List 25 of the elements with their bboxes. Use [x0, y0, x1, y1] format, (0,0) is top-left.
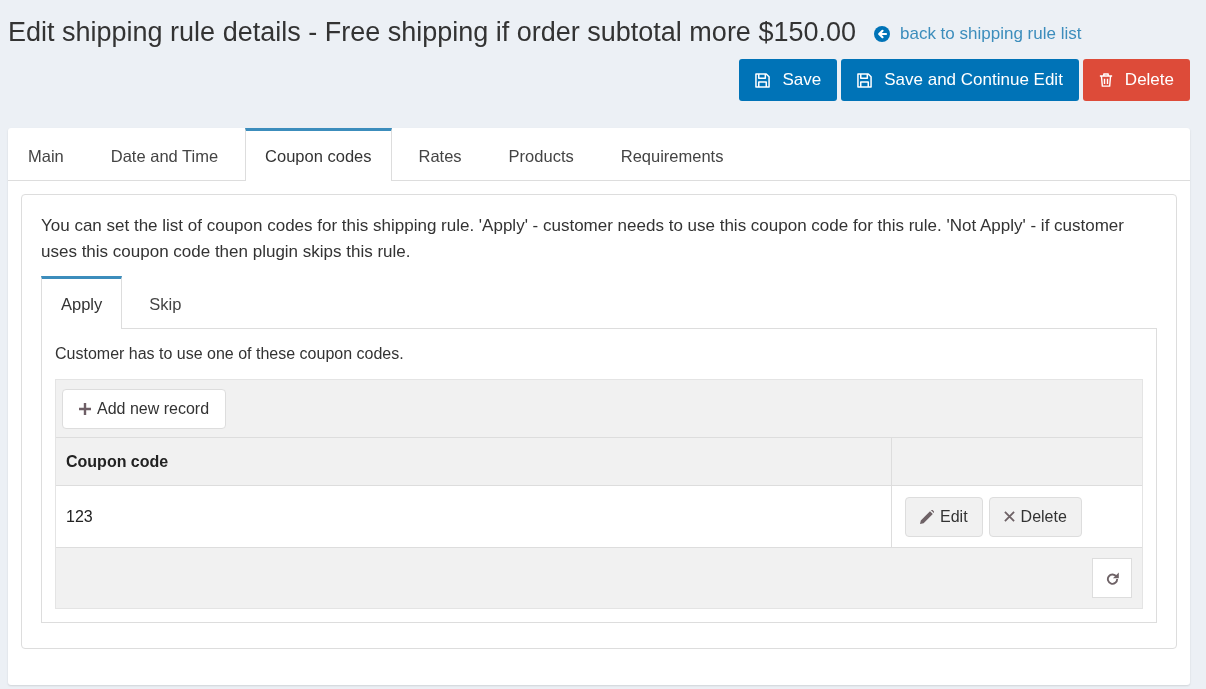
subtab[interactable]: Skip [129, 276, 202, 329]
page-title: Edit shipping rule details - Free shipping if order subtotal more $150.00 [8, 16, 856, 49]
delete-button[interactable]: Delete [988, 496, 1082, 537]
save-button[interactable]: Save [739, 59, 838, 101]
close-icon [1003, 511, 1015, 522]
tab[interactable]: Main [8, 128, 84, 181]
edit-button[interactable]: Edit [905, 496, 983, 537]
add-record-button[interactable]: Add new record [62, 388, 227, 429]
tab[interactable]: Rates [398, 128, 482, 181]
tab[interactable]: Requirements [600, 128, 744, 181]
tab[interactable]: Coupon codes [245, 128, 392, 181]
plus-icon [79, 402, 91, 415]
trash-icon [1098, 72, 1113, 88]
refresh-button[interactable] [1092, 558, 1132, 598]
subtab[interactable]: Apply [41, 276, 123, 329]
description-text: You can set the list of coupon codes for this shipping rule. 'Apply' - customer needs to use this coupon code for this rule. 'Not Apply' - if customer uses this coupon code then plugin skips this rule. [41, 215, 1125, 263]
save-button[interactable]: Save and Continue Edit [841, 59, 1079, 101]
tab[interactable]: Products [488, 128, 594, 181]
column-header: Coupon code [56, 438, 892, 485]
delete-button[interactable]: Delete [1082, 59, 1190, 101]
tab[interactable]: Date and Time [90, 128, 239, 181]
pencil-icon [920, 509, 934, 524]
refresh-icon [1105, 571, 1119, 585]
table-cell: 123 [56, 486, 892, 547]
hint-text: Customer has to use one of these coupon codes. [55, 344, 405, 364]
